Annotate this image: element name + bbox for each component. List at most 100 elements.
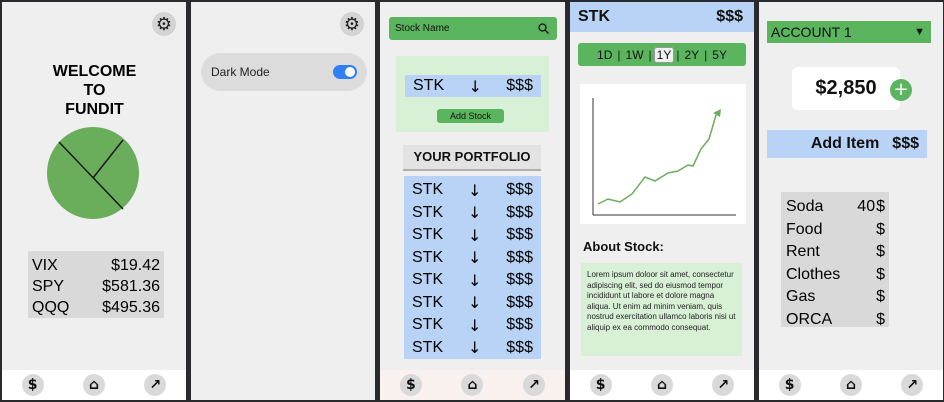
- item-currency: $: [876, 310, 885, 328]
- bottom-nav: $ ⌂ ↗: [759, 370, 943, 400]
- index-symbol: QQQ: [32, 299, 70, 316]
- index-symbol: SPY: [32, 278, 65, 295]
- item-label: ORCA: [786, 310, 833, 328]
- tab-divider: |: [617, 47, 621, 62]
- price-chart: [580, 84, 746, 224]
- portfolio-row[interactable]: STK ↓ $$$: [404, 224, 541, 247]
- trend-up-icon[interactable]: ↗: [712, 374, 735, 396]
- item-amount: 40: [857, 198, 876, 215]
- item-label: Clothes: [786, 265, 841, 283]
- index-price: $495.36: [102, 299, 160, 316]
- gear-icon[interactable]: ⚙: [152, 12, 176, 36]
- index-row-vix: VIX $19.42: [32, 255, 160, 276]
- stock-price: $$$: [506, 181, 533, 199]
- chevron-down-icon: ▼: [914, 26, 925, 38]
- tab-1y[interactable]: 1Y: [653, 46, 675, 63]
- stock-price: $$$: [506, 338, 533, 356]
- portfolio-row[interactable]: STK ↓ $$$: [404, 337, 541, 360]
- index-price: $19.42: [111, 257, 160, 274]
- stock-price: $$$: [506, 316, 533, 334]
- home-icon[interactable]: ⌂: [82, 374, 105, 396]
- settings-screen: ⚙ Dark Mode: [191, 2, 375, 400]
- stock-search-input[interactable]: Stock Name: [389, 17, 557, 40]
- account-select[interactable]: ACCOUNT 1 ▼: [767, 21, 931, 43]
- item-label: Rent: [786, 243, 820, 260]
- stocks-screen: Stock Name STK ↓ $$$ Add Stock YOUR PORT…: [380, 2, 565, 400]
- stock-ticker: STK: [412, 271, 444, 289]
- item-label: Soda: [786, 198, 824, 215]
- dollar-icon[interactable]: $: [778, 374, 801, 396]
- stock-price: $$$: [506, 226, 533, 244]
- tab-1w[interactable]: 1W: [623, 47, 647, 63]
- tab-5y[interactable]: 5Y: [709, 47, 730, 63]
- trend-up-icon[interactable]: ↗: [901, 374, 924, 396]
- portfolio-row[interactable]: STK ↓ $$$: [404, 292, 541, 315]
- arrow-down-icon: ↓: [468, 248, 482, 268]
- tab-2y[interactable]: 2Y: [681, 47, 702, 63]
- dollar-icon[interactable]: $: [589, 374, 612, 396]
- arrow-down-icon: ↓: [468, 203, 482, 223]
- stock-ticker: STK: [413, 77, 445, 94]
- range-tabs: 1D | 1W | 1Y | 2Y | 5Y: [578, 43, 746, 66]
- expense-list: Soda 40 $ Food $ Rent $ Clothes $ Gas $ ORCA $: [781, 192, 889, 328]
- item-label: Gas: [786, 288, 816, 305]
- portfolio-row[interactable]: STK ↓ $$$: [404, 314, 541, 337]
- portfolio-row[interactable]: STK ↓ $$$: [404, 269, 541, 292]
- stock-header: STK $$$: [570, 2, 754, 32]
- arrow-down-icon: ↓: [468, 225, 482, 245]
- add-item-amount: $$$: [892, 135, 919, 152]
- trend-up-icon[interactable]: ↗: [144, 374, 167, 396]
- add-icon[interactable]: +: [890, 79, 912, 101]
- gear-icon[interactable]: ⚙: [340, 12, 364, 36]
- dark-mode-toggle[interactable]: [333, 65, 357, 79]
- index-prices: VIX $19.42 SPY $581.36 QQQ $495.36: [28, 251, 164, 318]
- tab-1d[interactable]: 1D: [594, 47, 615, 63]
- list-item[interactable]: Rent $: [786, 241, 885, 264]
- price-chart-svg: [592, 98, 736, 216]
- dollar-icon[interactable]: $: [21, 374, 44, 396]
- pie-chart: [47, 127, 139, 219]
- item-currency: $: [876, 198, 885, 215]
- stock-detail-screen: STK $$$ 1D | 1W | 1Y | 2Y | 5Y About Sto…: [570, 2, 754, 400]
- portfolio-row[interactable]: STK ↓ $$$: [404, 247, 541, 270]
- stock-price: $$$: [506, 248, 533, 266]
- portfolio-list: STK ↓ $$$ STK ↓ $$$ STK ↓ $$$ STK ↓ $$$ STK ↓ $$$ …: [404, 176, 541, 359]
- dark-mode-label: Dark Mode: [211, 65, 270, 79]
- add-item-button[interactable]: Add Item $$$: [767, 130, 927, 158]
- tab-divider: |: [648, 47, 652, 62]
- item-label: Food: [786, 220, 823, 238]
- about-title: About Stock:: [583, 239, 664, 254]
- portfolio-row[interactable]: STK ↓ $$$: [404, 202, 541, 225]
- arrow-down-icon: ↓: [468, 315, 482, 335]
- list-item[interactable]: ORCA $: [786, 309, 885, 332]
- list-item[interactable]: Soda 40 $: [786, 196, 885, 219]
- item-currency: $: [876, 220, 885, 238]
- index-row-spy: SPY $581.36: [32, 276, 160, 297]
- home-icon[interactable]: ⌂: [461, 374, 484, 396]
- dollar-icon[interactable]: $: [399, 374, 422, 396]
- stock-ticker: STK: [412, 248, 444, 266]
- dark-mode-setting: Dark Mode: [201, 53, 367, 91]
- home-icon[interactable]: ⌂: [650, 374, 673, 396]
- add-stock-button[interactable]: Add Stock: [437, 109, 504, 123]
- home-icon[interactable]: ⌂: [839, 374, 862, 396]
- add-stock-card: STK ↓ $$$ Add Stock: [396, 56, 549, 132]
- price-line: [597, 114, 717, 205]
- stock-ticker: STK: [412, 293, 444, 311]
- stock-price: $$$: [506, 293, 533, 311]
- add-item-label: Add Item: [810, 135, 880, 152]
- new-stock-row: STK ↓ $$$: [405, 75, 541, 97]
- list-item[interactable]: Gas $: [786, 286, 885, 309]
- trend-up-icon[interactable]: ↗: [523, 374, 546, 396]
- bottom-nav: $ ⌂ ↗: [2, 370, 186, 400]
- stock-ticker: STK: [578, 8, 610, 25]
- index-price: $581.36: [102, 278, 160, 295]
- list-item[interactable]: Clothes $: [786, 264, 885, 287]
- search-icon[interactable]: [538, 23, 549, 34]
- portfolio-row[interactable]: STK ↓ $$$: [404, 179, 541, 202]
- welcome-line-1: WELCOME: [52, 63, 137, 80]
- budget-screen: ACCOUNT 1 ▼ $2,850 + Add Item $$$ Soda 40…: [759, 2, 943, 400]
- stock-price: $$$: [506, 77, 533, 94]
- list-item[interactable]: Food $: [786, 219, 885, 242]
- item-currency: $: [876, 265, 885, 283]
